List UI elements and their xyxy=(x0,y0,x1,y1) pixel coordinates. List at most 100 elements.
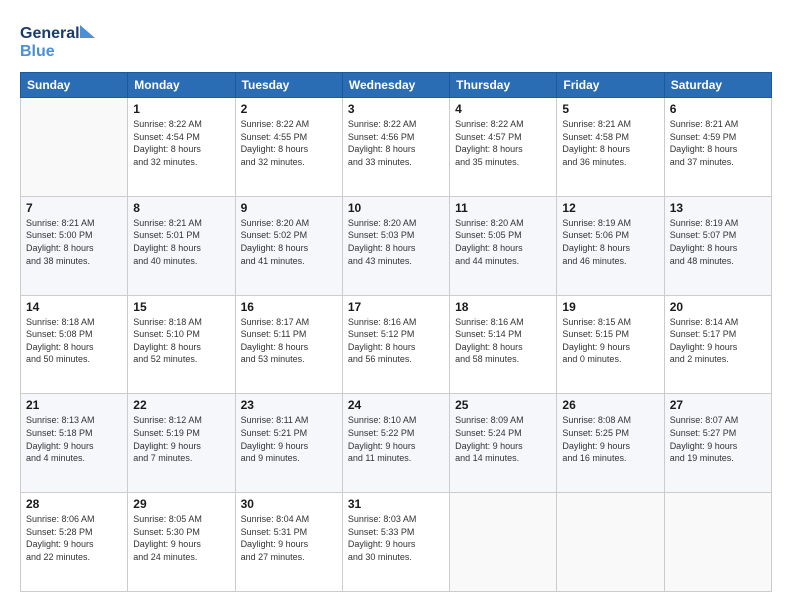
calendar-cell: 4 Sunrise: 8:22 AM Sunset: 4:57 PM Daylig… xyxy=(450,98,557,197)
day-info: Sunrise: 8:08 AM Sunset: 5:25 PM Dayligh… xyxy=(562,414,658,464)
day-info: Sunrise: 8:22 AM Sunset: 4:57 PM Dayligh… xyxy=(455,118,551,168)
day-info: Sunrise: 8:03 AM Sunset: 5:33 PM Dayligh… xyxy=(348,513,444,563)
day-info: Sunrise: 8:16 AM Sunset: 5:12 PM Dayligh… xyxy=(348,316,444,366)
day-number: 5 xyxy=(562,102,658,116)
day-info: Sunrise: 8:21 AM Sunset: 5:01 PM Dayligh… xyxy=(133,217,229,267)
day-number: 4 xyxy=(455,102,551,116)
day-number: 24 xyxy=(348,398,444,412)
day-number: 8 xyxy=(133,201,229,215)
calendar-week-2: 14 Sunrise: 8:18 AM Sunset: 5:08 PM Dayli… xyxy=(21,295,772,394)
calendar-cell: 3 Sunrise: 8:22 AM Sunset: 4:56 PM Daylig… xyxy=(342,98,449,197)
day-info: Sunrise: 8:11 AM Sunset: 5:21 PM Dayligh… xyxy=(241,414,337,464)
day-info: Sunrise: 8:20 AM Sunset: 5:05 PM Dayligh… xyxy=(455,217,551,267)
day-number: 23 xyxy=(241,398,337,412)
day-number: 16 xyxy=(241,300,337,314)
calendar-cell: 24 Sunrise: 8:10 AM Sunset: 5:22 PM Dayli… xyxy=(342,394,449,493)
calendar-cell: 12 Sunrise: 8:19 AM Sunset: 5:06 PM Dayli… xyxy=(557,196,664,295)
calendar-cell: 2 Sunrise: 8:22 AM Sunset: 4:55 PM Daylig… xyxy=(235,98,342,197)
day-info: Sunrise: 8:20 AM Sunset: 5:03 PM Dayligh… xyxy=(348,217,444,267)
day-info: Sunrise: 8:07 AM Sunset: 5:27 PM Dayligh… xyxy=(670,414,766,464)
day-number: 20 xyxy=(670,300,766,314)
day-number: 26 xyxy=(562,398,658,412)
svg-text:Blue: Blue xyxy=(20,43,55,60)
header: GeneralBlue xyxy=(20,20,772,60)
calendar-header-friday: Friday xyxy=(557,73,664,98)
calendar-cell: 14 Sunrise: 8:18 AM Sunset: 5:08 PM Dayli… xyxy=(21,295,128,394)
svg-text:General: General xyxy=(20,25,80,42)
day-number: 28 xyxy=(26,497,122,511)
calendar-cell: 9 Sunrise: 8:20 AM Sunset: 5:02 PM Daylig… xyxy=(235,196,342,295)
calendar-header-tuesday: Tuesday xyxy=(235,73,342,98)
calendar-cell: 25 Sunrise: 8:09 AM Sunset: 5:24 PM Dayli… xyxy=(450,394,557,493)
calendar-cell: 17 Sunrise: 8:16 AM Sunset: 5:12 PM Dayli… xyxy=(342,295,449,394)
calendar-cell: 30 Sunrise: 8:04 AM Sunset: 5:31 PM Dayli… xyxy=(235,493,342,592)
calendar-cell: 15Sunrise: 8:18 AM Sunset: 5:10 PM Dayli… xyxy=(128,295,235,394)
day-number: 10 xyxy=(348,201,444,215)
day-info: Sunrise: 8:14 AM Sunset: 5:17 PM Dayligh… xyxy=(670,316,766,366)
day-info: Sunrise: 8:21 AM Sunset: 4:59 PM Dayligh… xyxy=(670,118,766,168)
day-number: 11 xyxy=(455,201,551,215)
day-number: 30 xyxy=(241,497,337,511)
calendar-cell: 10 Sunrise: 8:20 AM Sunset: 5:03 PM Dayli… xyxy=(342,196,449,295)
day-number: 31 xyxy=(348,497,444,511)
day-info: Sunrise: 8:20 AM Sunset: 5:02 PM Dayligh… xyxy=(241,217,337,267)
day-number: 17 xyxy=(348,300,444,314)
calendar-week-3: 21 Sunrise: 8:13 AM Sunset: 5:18 PM Dayli… xyxy=(21,394,772,493)
calendar-cell: 22Sunrise: 8:12 AM Sunset: 5:19 PM Dayli… xyxy=(128,394,235,493)
calendar-cell: 18Sunrise: 8:16 AM Sunset: 5:14 PM Dayli… xyxy=(450,295,557,394)
day-info: Sunrise: 8:22 AM Sunset: 4:55 PM Dayligh… xyxy=(241,118,337,168)
day-number: 19 xyxy=(562,300,658,314)
day-info: Sunrise: 8:22 AM Sunset: 4:54 PM Dayligh… xyxy=(133,118,229,168)
calendar-week-4: 28 Sunrise: 8:06 AM Sunset: 5:28 PM Dayli… xyxy=(21,493,772,592)
calendar-cell: 16 Sunrise: 8:17 AM Sunset: 5:11 PM Dayli… xyxy=(235,295,342,394)
day-info: Sunrise: 8:22 AM Sunset: 4:56 PM Dayligh… xyxy=(348,118,444,168)
calendar-header-saturday: Saturday xyxy=(664,73,771,98)
calendar-header-monday: Monday xyxy=(128,73,235,98)
day-number: 21 xyxy=(26,398,122,412)
day-number: 18 xyxy=(455,300,551,314)
day-info: Sunrise: 8:21 AM Sunset: 5:00 PM Dayligh… xyxy=(26,217,122,267)
day-number: 9 xyxy=(241,201,337,215)
day-info: Sunrise: 8:09 AM Sunset: 5:24 PM Dayligh… xyxy=(455,414,551,464)
day-number: 12 xyxy=(562,201,658,215)
calendar-cell: 7 Sunrise: 8:21 AM Sunset: 5:00 PM Daylig… xyxy=(21,196,128,295)
day-info: Sunrise: 8:19 AM Sunset: 5:06 PM Dayligh… xyxy=(562,217,658,267)
day-number: 2 xyxy=(241,102,337,116)
day-number: 27 xyxy=(670,398,766,412)
calendar-cell xyxy=(450,493,557,592)
calendar-cell: 8 Sunrise: 8:21 AM Sunset: 5:01 PM Daylig… xyxy=(128,196,235,295)
calendar-cell xyxy=(21,98,128,197)
calendar-cell: 1Sunrise: 8:22 AM Sunset: 4:54 PM Daylig… xyxy=(128,98,235,197)
day-info: Sunrise: 8:17 AM Sunset: 5:11 PM Dayligh… xyxy=(241,316,337,366)
day-info: Sunrise: 8:18 AM Sunset: 5:08 PM Dayligh… xyxy=(26,316,122,366)
day-number: 14 xyxy=(26,300,122,314)
day-number: 3 xyxy=(348,102,444,116)
calendar-header-wednesday: Wednesday xyxy=(342,73,449,98)
day-info: Sunrise: 8:05 AM Sunset: 5:30 PM Dayligh… xyxy=(133,513,229,563)
day-number: 25 xyxy=(455,398,551,412)
calendar-header-row: SundayMondayTuesdayWednesdayThursdayFrid… xyxy=(21,73,772,98)
calendar-cell: 20 Sunrise: 8:14 AM Sunset: 5:17 PM Dayli… xyxy=(664,295,771,394)
calendar-cell: 23 Sunrise: 8:11 AM Sunset: 5:21 PM Dayli… xyxy=(235,394,342,493)
calendar-cell: 29Sunrise: 8:05 AM Sunset: 5:30 PM Dayli… xyxy=(128,493,235,592)
calendar-week-1: 7 Sunrise: 8:21 AM Sunset: 5:00 PM Daylig… xyxy=(21,196,772,295)
day-info: Sunrise: 8:04 AM Sunset: 5:31 PM Dayligh… xyxy=(241,513,337,563)
day-info: Sunrise: 8:10 AM Sunset: 5:22 PM Dayligh… xyxy=(348,414,444,464)
calendar-header-thursday: Thursday xyxy=(450,73,557,98)
day-info: Sunrise: 8:12 AM Sunset: 5:19 PM Dayligh… xyxy=(133,414,229,464)
day-number: 13 xyxy=(670,201,766,215)
calendar-cell xyxy=(557,493,664,592)
calendar-cell: 26 Sunrise: 8:08 AM Sunset: 5:25 PM Dayli… xyxy=(557,394,664,493)
calendar-cell xyxy=(664,493,771,592)
day-info: Sunrise: 8:13 AM Sunset: 5:18 PM Dayligh… xyxy=(26,414,122,464)
day-info: Sunrise: 8:06 AM Sunset: 5:28 PM Dayligh… xyxy=(26,513,122,563)
day-info: Sunrise: 8:21 AM Sunset: 4:58 PM Dayligh… xyxy=(562,118,658,168)
day-number: 7 xyxy=(26,201,122,215)
calendar-cell: 6Sunrise: 8:21 AM Sunset: 4:59 PM Daylig… xyxy=(664,98,771,197)
calendar-cell: 13 Sunrise: 8:19 AM Sunset: 5:07 PM Dayli… xyxy=(664,196,771,295)
calendar-cell: 21 Sunrise: 8:13 AM Sunset: 5:18 PM Dayli… xyxy=(21,394,128,493)
logo: GeneralBlue xyxy=(20,20,100,60)
day-info: Sunrise: 8:19 AM Sunset: 5:07 PM Dayligh… xyxy=(670,217,766,267)
day-info: Sunrise: 8:18 AM Sunset: 5:10 PM Dayligh… xyxy=(133,316,229,366)
calendar-cell: 11 Sunrise: 8:20 AM Sunset: 5:05 PM Dayli… xyxy=(450,196,557,295)
